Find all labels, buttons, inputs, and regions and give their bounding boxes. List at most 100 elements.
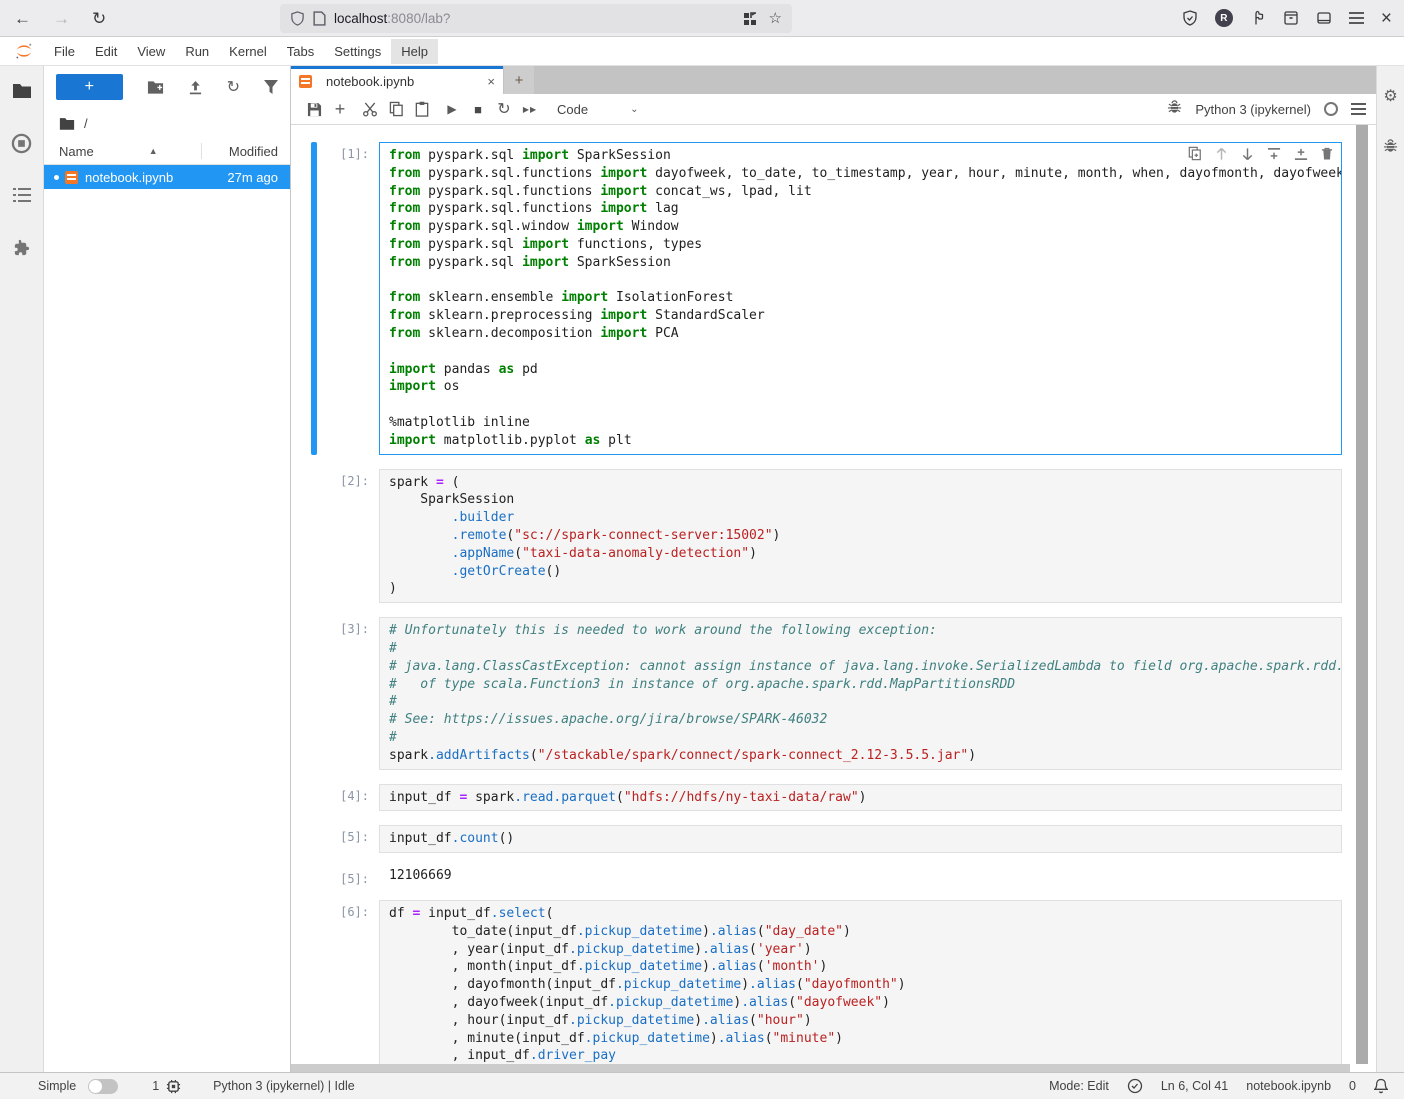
- cut-cell-icon[interactable]: [357, 102, 383, 117]
- insert-below-cell-icon[interactable]: [1294, 147, 1308, 161]
- extension-icon[interactable]: [1250, 10, 1266, 26]
- execution-prompt: [4]:: [317, 784, 379, 812]
- kernel-status-icon[interactable]: [1324, 102, 1338, 116]
- restart-run-all-icon[interactable]: ▶▶: [517, 105, 543, 114]
- mode-indicator[interactable]: Mode: Edit: [1049, 1079, 1109, 1093]
- statusbar-filename[interactable]: notebook.ipynb: [1246, 1079, 1331, 1093]
- cell-input-editor[interactable]: spark = ( SparkSession .builder .remote(…: [379, 469, 1342, 604]
- move-down-cell-icon[interactable]: [1241, 147, 1254, 161]
- paste-cell-icon[interactable]: [409, 101, 435, 117]
- breadcrumb-root[interactable]: /: [84, 116, 88, 131]
- library-archive-icon[interactable]: [1283, 10, 1299, 26]
- property-inspector-icon[interactable]: ⚙: [1383, 86, 1397, 106]
- sort-arrow-icon[interactable]: ▲: [149, 146, 158, 156]
- notebook-content: [1]:from pyspark.sql import SparkSession…: [291, 125, 1376, 1072]
- menu-kernel[interactable]: Kernel: [219, 39, 277, 64]
- delete-cell-icon[interactable]: [1321, 147, 1333, 161]
- vertical-scrollbar[interactable]: [1356, 125, 1368, 1064]
- bell-icon[interactable]: [1374, 1078, 1388, 1094]
- browser-forward-icon[interactable]: →: [53, 10, 70, 27]
- extensions-puzzle-icon[interactable]: [11, 236, 33, 258]
- column-modified[interactable]: Modified: [202, 144, 290, 159]
- cell-hover-toolbar: [1188, 146, 1333, 161]
- sessions-count: 1: [152, 1079, 159, 1093]
- unsaved-dot-icon: [54, 175, 59, 180]
- menu-tabs[interactable]: Tabs: [277, 39, 324, 64]
- code-cell: [3]:# Unfortunately this is needed to wo…: [311, 617, 1342, 769]
- page-info-icon[interactable]: [313, 11, 326, 26]
- privacy-shield-icon[interactable]: [1182, 10, 1198, 26]
- url-text[interactable]: localhost:8080/lab?: [334, 11, 743, 26]
- run-cell-icon[interactable]: ▶: [439, 102, 465, 116]
- menu-run[interactable]: Run: [175, 39, 219, 64]
- browser-address-bar[interactable]: localhost:8080/lab? ☆: [280, 4, 792, 33]
- duplicate-cell-icon[interactable]: [1188, 146, 1202, 161]
- url-path: :8080/lab?: [387, 11, 450, 26]
- save-icon[interactable]: [301, 102, 327, 117]
- stop-kernel-icon[interactable]: ■: [465, 102, 491, 117]
- menu-settings[interactable]: Settings: [324, 39, 391, 64]
- filter-icon[interactable]: [264, 80, 278, 94]
- new-tab-button[interactable]: +: [504, 66, 534, 94]
- code-cell-active: [1]:from pyspark.sql import SparkSession…: [311, 142, 1342, 455]
- file-browser-tab-icon[interactable]: [11, 80, 33, 102]
- bookmark-star-icon[interactable]: ☆: [769, 11, 782, 26]
- move-up-cell-icon[interactable]: [1215, 147, 1228, 161]
- cell-input-editor[interactable]: input_df.count(): [379, 825, 1342, 853]
- running-sessions-status[interactable]: 1: [152, 1079, 181, 1094]
- kernel-name[interactable]: Python 3 (ipykernel): [1195, 102, 1311, 117]
- new-folder-icon[interactable]: [147, 80, 164, 94]
- tab-close-icon[interactable]: ×: [487, 74, 495, 89]
- output-text: 12106669: [379, 867, 452, 886]
- toolbar-overflow-icon[interactable]: [1351, 103, 1366, 115]
- cursor-position[interactable]: Ln 6, Col 41: [1161, 1079, 1228, 1093]
- trust-shield-icon[interactable]: [1127, 1078, 1143, 1094]
- notebook-panel: notebook.ipynb × + + ▶ ■ ↻ ▶▶: [291, 66, 1376, 1072]
- browser-menu-icon[interactable]: [1349, 12, 1364, 24]
- cell-type-dropdown[interactable]: Code ⌄: [557, 102, 638, 117]
- code-cell: [5]:input_df.count(): [311, 825, 1342, 853]
- file-list: notebook.ipynb27m ago: [44, 165, 290, 189]
- breadcrumb[interactable]: /: [44, 108, 290, 138]
- notebook-file-icon: [299, 75, 312, 88]
- file-name: notebook.ipynb: [85, 170, 204, 185]
- add-cell-icon[interactable]: +: [327, 99, 353, 120]
- notebook-tab[interactable]: notebook.ipynb ×: [291, 66, 503, 94]
- menu-edit[interactable]: Edit: [85, 39, 127, 64]
- execution-prompt: [5]:: [317, 825, 379, 853]
- cell-input-editor[interactable]: from pyspark.sql import SparkSessionfrom…: [379, 142, 1342, 455]
- table-of-contents-icon[interactable]: [11, 184, 33, 206]
- menu-view[interactable]: View: [127, 39, 175, 64]
- restart-kernel-icon[interactable]: ↻: [491, 99, 517, 119]
- refresh-icon[interactable]: ↻: [227, 77, 240, 97]
- sidebar-toggle-icon[interactable]: [1316, 10, 1332, 26]
- column-name[interactable]: Name: [59, 144, 94, 159]
- right-activity-bar: ⚙: [1376, 66, 1404, 1072]
- cell-input-editor[interactable]: df = input_df.select( to_date(input_df.p…: [379, 900, 1342, 1070]
- debugger-bug-icon[interactable]: [1167, 99, 1182, 119]
- insert-above-cell-icon[interactable]: [1267, 147, 1281, 161]
- tracking-shield-icon[interactable]: [290, 11, 305, 26]
- menu-help[interactable]: Help: [391, 39, 438, 64]
- notebook-file-icon: [65, 171, 78, 184]
- url-host: localhost: [334, 11, 387, 26]
- kernel-status-text[interactable]: Python 3 (ipykernel) | Idle: [213, 1079, 355, 1093]
- cell-input-editor[interactable]: # Unfortunately this is needed to work a…: [379, 617, 1342, 769]
- file-list-item[interactable]: notebook.ipynb27m ago: [44, 165, 290, 189]
- browser-back-icon[interactable]: ←: [14, 10, 31, 27]
- simple-mode-toggle[interactable]: [88, 1079, 118, 1094]
- browser-reload-icon[interactable]: ↻: [92, 10, 106, 27]
- debugger-sidebar-icon[interactable]: [1383, 138, 1398, 153]
- profile-avatar[interactable]: R: [1215, 9, 1233, 27]
- notifications-count[interactable]: 0: [1349, 1079, 1356, 1093]
- window-close-icon[interactable]: ×: [1381, 9, 1392, 28]
- execution-prompt: [2]:: [317, 469, 379, 604]
- copy-cell-icon[interactable]: [383, 101, 409, 117]
- running-sessions-icon[interactable]: [11, 132, 33, 154]
- menu-file[interactable]: File: [44, 39, 85, 64]
- cell-input-editor[interactable]: input_df = spark.read.parquet("hdfs://hd…: [379, 784, 1342, 812]
- horizontal-scrollbar[interactable]: [291, 1064, 1350, 1072]
- upload-icon[interactable]: [188, 80, 203, 95]
- new-launcher-button[interactable]: +: [56, 74, 123, 100]
- containers-grid-icon[interactable]: [743, 12, 757, 26]
